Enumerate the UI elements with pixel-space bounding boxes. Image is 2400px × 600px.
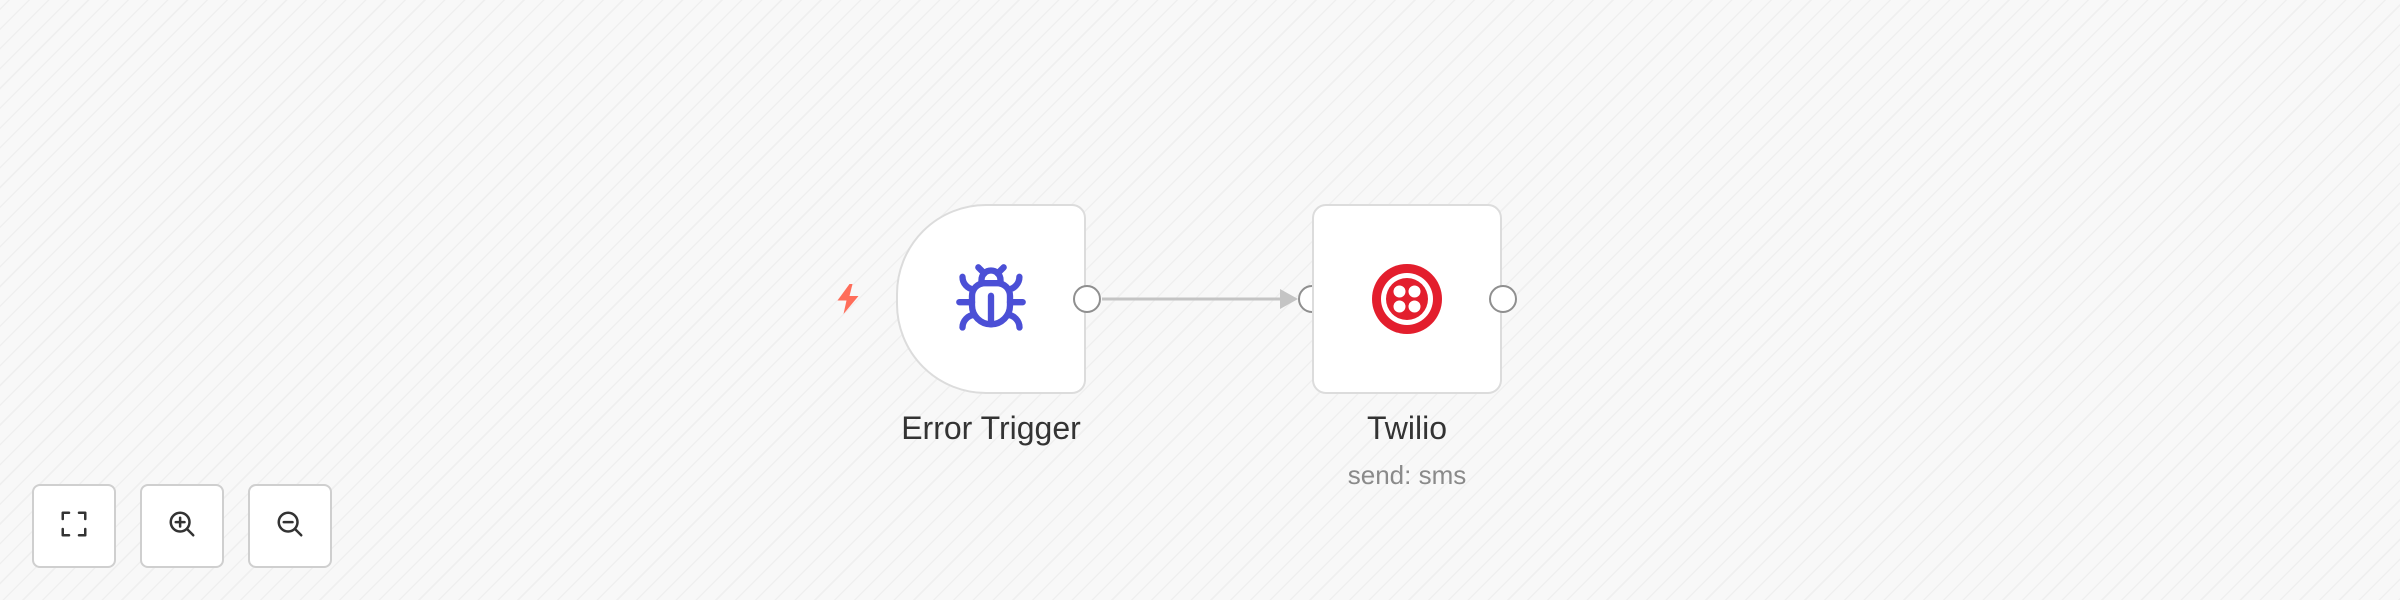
twilio-subtitle: send: sms (1347, 460, 1467, 490)
twilio-node[interactable] (1312, 204, 1502, 394)
connection-arrowhead (1280, 289, 1298, 309)
zoom-out-button[interactable] (248, 484, 332, 568)
error-trigger-node[interactable] (896, 204, 1086, 394)
twilio-icon (1367, 259, 1447, 339)
error-trigger-output-handle[interactable] (1073, 285, 1101, 313)
workflow-canvas[interactable]: Error Trigger Twilio send: sms (0, 0, 2400, 600)
twilio-output-handle[interactable] (1489, 285, 1517, 313)
bug-icon (953, 261, 1029, 337)
twilio-title: Twilio (1366, 410, 1447, 446)
error-trigger-title: Error Trigger (901, 410, 1081, 446)
lightning-bolt-icon (830, 281, 866, 322)
fit-view-button[interactable] (32, 484, 116, 568)
fullscreen-icon (59, 509, 89, 544)
zoom-in-icon (167, 509, 197, 544)
connection-edge[interactable] (0, 0, 2400, 600)
zoom-in-button[interactable] (140, 484, 224, 568)
canvas-controls (32, 484, 332, 568)
zoom-out-icon (275, 509, 305, 544)
